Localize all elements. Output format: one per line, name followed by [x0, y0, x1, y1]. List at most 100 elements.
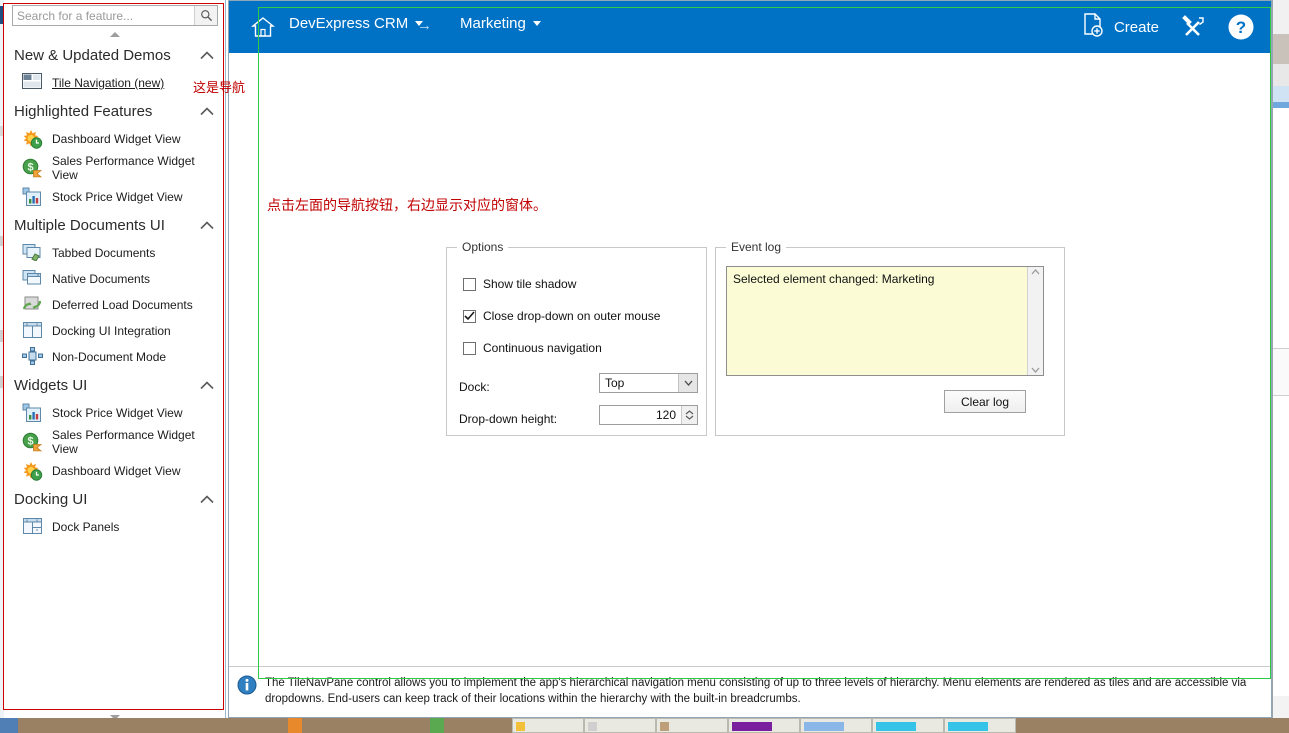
event-log-caption: Event log: [726, 240, 787, 254]
nav-item[interactable]: Stock Price Widget View: [4, 400, 225, 426]
tabbed-documents-icon: [22, 243, 44, 263]
nav-item[interactable]: Deferred Load Documents: [4, 292, 225, 318]
options-group: Options Show tile shadow Close drop-down…: [446, 240, 707, 436]
deferred-load-icon: [22, 295, 44, 315]
nav-item[interactable]: Dashboard Widget View: [4, 458, 225, 484]
search-icon[interactable]: [194, 6, 217, 25]
nav-group-header-0[interactable]: New & Updated Demos: [4, 40, 225, 70]
nav-scroll-down-icon[interactable]: [4, 710, 225, 718]
nav-item[interactable]: x Native Documents: [4, 266, 225, 292]
breadcrumb-item-0[interactable]: DevExpress CRM: [289, 15, 424, 32]
clear-log-button-label: Clear log: [960, 394, 1010, 409]
chevron-up-icon[interactable]: [200, 106, 214, 116]
chevron-down-icon[interactable]: [532, 21, 541, 26]
dock-label: Dock:: [459, 380, 490, 394]
svg-text:?: ?: [1236, 18, 1246, 37]
nav-item-label: Dashboard Widget View: [52, 464, 181, 478]
nav-item[interactable]: $ Sales Performance Widget View: [4, 426, 225, 458]
chevron-up-icon: [1031, 269, 1040, 275]
nav-group-list: New & Updated Demos Tile Navigation (new)…: [4, 40, 225, 708]
help-icon[interactable]: ?: [1227, 13, 1255, 41]
nav-item[interactable]: x x x Dock Panels: [4, 514, 225, 540]
demo-window: DevExpress CRM → Marketing Create ? 点击左面…: [228, 0, 1272, 718]
taskbar[interactable]: [0, 718, 1289, 733]
svg-text:$: $: [27, 436, 33, 448]
chevron-up-icon[interactable]: [200, 380, 214, 390]
nav-group-header-4[interactable]: Docking UI: [4, 484, 225, 514]
search-input[interactable]: [13, 7, 194, 24]
create-button-label: Create: [1113, 18, 1159, 36]
dropdown-height-spinner[interactable]: 120: [599, 405, 698, 425]
checkbox-close-dropdown-on-outer-mouse[interactable]: Close drop-down on outer mouse: [463, 309, 660, 323]
nav-item[interactable]: $ Sales Performance Widget View: [4, 152, 225, 184]
spinner-updown-icon[interactable]: [681, 406, 697, 424]
nav-item-label: Sales Performance Widget View: [52, 154, 195, 182]
nav-item[interactable]: Non-Document Mode: [4, 344, 225, 370]
dropdown-height-value: 120: [655, 408, 676, 422]
nav-item-label: Docking UI Integration: [52, 324, 171, 338]
dashboard-widget-icon: [22, 461, 44, 481]
nav-item-label: Stock Price Widget View: [52, 406, 183, 420]
checkbox-continuous-navigation-label: Continuous navigation: [483, 341, 602, 355]
sales-performance-icon: $: [22, 158, 44, 178]
nav-item-label: Tile Navigation (new): [52, 76, 165, 90]
checkbox-box[interactable]: [463, 309, 476, 323]
annotation-main-note: 点击左面的导航按钮，右边显示对应的窗体。: [267, 198, 547, 214]
checkbox-box[interactable]: [463, 341, 476, 355]
tile-navigation-icon: [22, 73, 44, 93]
nav-item[interactable]: x x Docking UI Integration: [4, 318, 225, 344]
dock-combobox-value: Top: [605, 376, 625, 390]
checkbox-show-tile-shadow[interactable]: Show tile shadow: [463, 277, 576, 291]
home-tile-icon[interactable]: [247, 11, 279, 43]
description-text: The TileNavPane control allows you to im…: [265, 677, 1247, 705]
dashboard-widget-icon: [22, 129, 44, 149]
nav-item[interactable]: Stock Price Widget View: [4, 184, 225, 210]
chevron-up-icon[interactable]: [200, 494, 214, 504]
clear-log-button[interactable]: Clear log: [944, 390, 1026, 413]
svg-text:$: $: [27, 162, 33, 174]
chevron-down-icon[interactable]: [678, 374, 697, 392]
nav-item[interactable]: Tabbed Documents: [4, 240, 225, 266]
dock-combobox[interactable]: Top: [599, 373, 698, 393]
nav-group-header-1[interactable]: Highlighted Features: [4, 96, 225, 126]
checkbox-show-tile-shadow-label: Show tile shadow: [483, 277, 577, 291]
checkbox-box[interactable]: [463, 277, 476, 291]
docking-integration-icon: xx: [22, 321, 44, 341]
stock-price-icon: [22, 187, 44, 207]
tools-icon[interactable]: [1179, 14, 1207, 40]
chevron-up-icon[interactable]: [200, 220, 214, 230]
nav-group-header-2[interactable]: Multiple Documents UI: [4, 210, 225, 240]
options-group-caption: Options: [457, 240, 509, 254]
create-button[interactable]: Create: [1081, 12, 1159, 42]
nav-group-title: Widgets UI: [14, 376, 88, 394]
background-window-sliver-right: [1272, 0, 1289, 733]
nav-item-label: Stock Price Widget View: [52, 190, 183, 204]
chevron-up-icon[interactable]: [200, 50, 214, 60]
annotation-nav-note: 这是导航: [193, 81, 246, 96]
checkbox-continuous-navigation[interactable]: Continuous navigation: [463, 341, 602, 355]
nav-group-header-3[interactable]: Widgets UI: [4, 370, 225, 400]
nav-group-title: Multiple Documents UI: [14, 216, 165, 234]
event-log-entry: Selected element changed: Marketing: [733, 272, 935, 286]
event-log-scrollbar[interactable]: [1027, 267, 1043, 375]
breadcrumb-item-1-label: Marketing: [460, 15, 526, 32]
svg-text:x: x: [36, 519, 38, 523]
svg-text:x: x: [36, 323, 38, 327]
nav-item-label: Native Documents: [52, 272, 151, 286]
info-icon: [237, 675, 257, 698]
breadcrumb-item-0-label: DevExpress CRM: [289, 15, 409, 32]
nav-item[interactable]: Dashboard Widget View: [4, 126, 225, 152]
svg-text:x: x: [37, 272, 39, 277]
nav-scroll-up-icon[interactable]: [4, 28, 225, 40]
nav-item-label: Dashboard Widget View: [52, 132, 181, 146]
event-log-textarea[interactable]: Selected element changed: Marketing: [726, 266, 1044, 376]
nav-item-label: Sales Performance Widget View: [52, 428, 195, 456]
svg-text:x: x: [36, 528, 38, 532]
description-bar: The TileNavPane control allows you to im…: [229, 666, 1271, 717]
nav-group-title: Docking UI: [14, 490, 88, 508]
dropdown-height-label: Drop-down height:: [459, 412, 558, 426]
nav-item-label: Non-Document Mode: [52, 350, 167, 364]
sales-performance-icon: $: [22, 432, 44, 452]
search-box[interactable]: [12, 5, 218, 26]
breadcrumb-item-1[interactable]: Marketing: [460, 15, 541, 32]
